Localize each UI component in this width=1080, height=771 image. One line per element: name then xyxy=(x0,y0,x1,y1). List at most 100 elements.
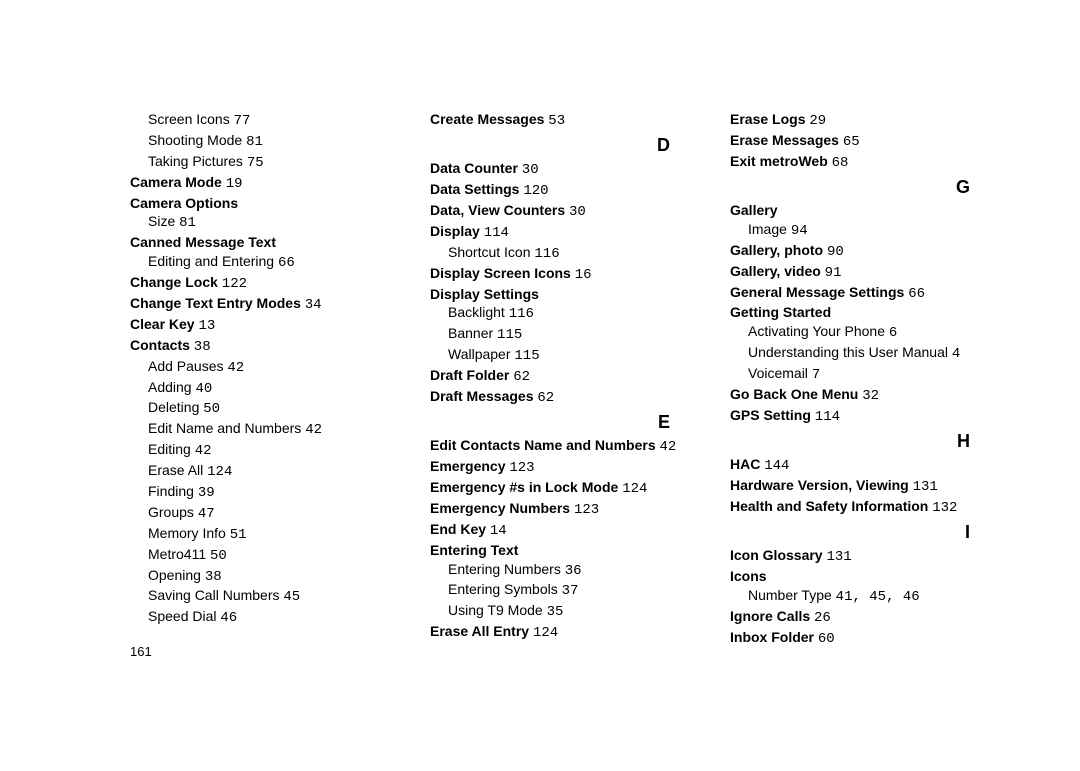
index-entry-label: Understanding this User Manual xyxy=(748,344,948,360)
index-entry: Camera Mode 19 xyxy=(130,173,410,194)
index-entry-page: 131 xyxy=(826,549,851,565)
index-entry-label: Entering Numbers xyxy=(448,561,561,577)
index-entry: Add Pauses 42 xyxy=(130,357,410,378)
index-entry-page: 81 xyxy=(246,134,263,150)
index-entry: Memory Info 51 xyxy=(130,524,410,545)
index-entry-label: Entering Symbols xyxy=(448,581,558,597)
index-entry-page: 94 xyxy=(791,223,808,239)
index-entry-label: Erase All xyxy=(148,462,203,478)
index-entry-label: Emergency xyxy=(430,458,505,474)
column-1: Screen Icons 77Shooting Mode 81Taking Pi… xyxy=(130,110,410,648)
index-entry: Display Screen Icons 16 xyxy=(430,264,710,285)
page-number: 161 xyxy=(130,644,152,659)
index-entry-label: Gallery, photo xyxy=(730,242,823,258)
index-entry: Icons xyxy=(730,567,1020,586)
index-entry-page: 32 xyxy=(862,388,879,404)
index-entry-label: GPS Setting xyxy=(730,407,811,423)
index-entry-page: 4 xyxy=(952,346,960,362)
index-entry-label: Editing and Entering xyxy=(148,253,274,269)
index-entry: Draft Messages 62 xyxy=(430,387,710,408)
index-entry-label: General Message Settings xyxy=(730,284,904,300)
index-entry: Gallery xyxy=(730,201,1020,220)
index-entry: Canned Message Text xyxy=(130,233,410,252)
index-entry: Edit Name and Numbers 42 xyxy=(130,419,410,440)
index-entry: Opening 38 xyxy=(130,566,410,587)
index-entry: Image 94 xyxy=(730,220,1020,241)
index-entry-label: Add Pauses xyxy=(148,358,224,374)
index-entry-page: 45 xyxy=(283,589,300,605)
index-entry-page: 34 xyxy=(305,297,322,313)
index-entry-page: 41, 45, 46 xyxy=(836,589,920,605)
index-entry-page: 38 xyxy=(205,569,222,585)
index-entry: Contacts 38 xyxy=(130,336,410,357)
index-entry-label: Voicemail xyxy=(748,365,808,381)
index-entry-page: 122 xyxy=(222,276,247,292)
index-entry-page: 116 xyxy=(534,246,559,262)
index-entry-page: 40 xyxy=(195,381,212,397)
index-entry-page: 124 xyxy=(533,625,558,641)
index-entry-label: HAC xyxy=(730,456,760,472)
index-entry-label: Erase Logs xyxy=(730,111,805,127)
index-entry-label: Draft Folder xyxy=(430,367,509,383)
index-entry-page: 14 xyxy=(490,523,507,539)
index-page: Screen Icons 77Shooting Mode 81Taking Pi… xyxy=(0,0,1080,648)
index-entry-page: 51 xyxy=(230,527,247,543)
index-entry-label: Display Screen Icons xyxy=(430,265,571,281)
column-2: Create Messages 53DData Counter 30Data S… xyxy=(430,110,710,648)
index-entry-label: Camera Options xyxy=(130,195,238,211)
index-entry-label: Screen Icons xyxy=(148,111,230,127)
index-entry-page: 91 xyxy=(825,265,842,281)
index-entry: Groups 47 xyxy=(130,503,410,524)
index-entry-label: Health and Safety Information xyxy=(730,498,928,514)
index-entry: Deleting 50 xyxy=(130,398,410,419)
index-entry-page: 114 xyxy=(815,409,840,425)
index-entry: Erase All Entry 124 xyxy=(430,622,710,643)
index-letter: H xyxy=(730,429,1020,453)
index-entry-label: Emergency Numbers xyxy=(430,500,570,516)
index-entry: Inbox Folder 60 xyxy=(730,628,1020,649)
index-entry-page: 124 xyxy=(207,464,232,480)
index-entry: Edit Contacts Name and Numbers 42 xyxy=(430,436,710,457)
index-entry-page: 115 xyxy=(497,327,522,343)
index-entry-page: 46 xyxy=(220,610,237,626)
index-entry-page: 66 xyxy=(908,286,925,302)
index-entry: Exit metroWeb 68 xyxy=(730,152,1020,173)
index-entry-page: 6 xyxy=(889,325,897,341)
index-entry-label: Groups xyxy=(148,504,194,520)
index-entry: Draft Folder 62 xyxy=(430,366,710,387)
index-entry-label: End Key xyxy=(430,521,486,537)
index-entry-label: Go Back One Menu xyxy=(730,386,858,402)
index-entry-label: Gallery xyxy=(730,202,777,218)
index-entry: Display 114 xyxy=(430,222,710,243)
index-entry-page: 36 xyxy=(565,563,582,579)
index-entry: Data Counter 30 xyxy=(430,159,710,180)
index-entry: Number Type 41, 45, 46 xyxy=(730,586,1020,607)
index-entry-page: 53 xyxy=(548,113,565,129)
index-entry-label: Icons xyxy=(730,568,767,584)
index-entry-page: 62 xyxy=(513,369,530,385)
index-entry-label: Adding xyxy=(148,379,192,395)
index-entry: Using T9 Mode 35 xyxy=(430,601,710,622)
index-entry-page: 60 xyxy=(818,631,835,647)
index-entry: Entering Symbols 37 xyxy=(430,580,710,601)
index-entry: GPS Setting 114 xyxy=(730,406,1020,427)
index-entry-page: 62 xyxy=(537,390,554,406)
index-entry-page: 65 xyxy=(843,134,860,150)
index-entry: Backlight 116 xyxy=(430,303,710,324)
index-entry-label: Clear Key xyxy=(130,316,195,332)
index-entry: Voicemail 7 xyxy=(730,364,1020,385)
index-entry: General Message Settings 66 xyxy=(730,283,1020,304)
index-entry: Hardware Version, Viewing 131 xyxy=(730,476,1020,497)
index-entry: Emergency Numbers 123 xyxy=(430,499,710,520)
index-entry-page: 124 xyxy=(622,481,647,497)
index-entry-page: 13 xyxy=(198,318,215,334)
index-entry: Icon Glossary 131 xyxy=(730,546,1020,567)
index-entry: Size 81 xyxy=(130,212,410,233)
index-entry: Shortcut Icon 116 xyxy=(430,243,710,264)
index-entry: Shooting Mode 81 xyxy=(130,131,410,152)
index-entry-page: 39 xyxy=(198,485,215,501)
index-entry-page: 26 xyxy=(814,610,831,626)
index-entry-label: Display Settings xyxy=(430,286,539,302)
index-entry-label: Camera Mode xyxy=(130,174,222,190)
index-entry-page: 77 xyxy=(234,113,251,129)
